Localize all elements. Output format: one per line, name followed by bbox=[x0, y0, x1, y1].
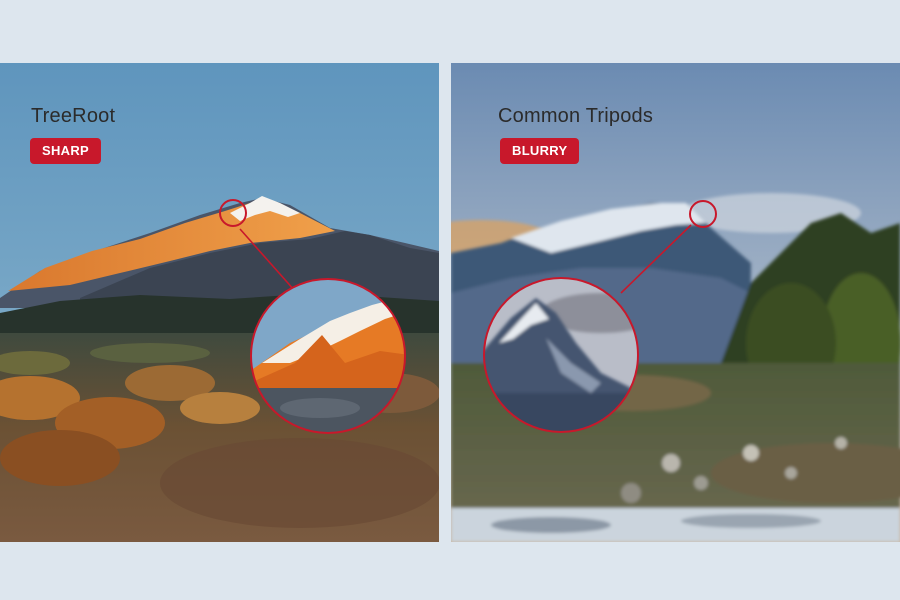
blurry-photo-panel: Common Tripods BLURRY bbox=[451, 63, 900, 542]
blurry-badge: BLURRY bbox=[500, 138, 580, 164]
sharp-photo-panel: TreeRoot SHARP bbox=[0, 63, 439, 542]
sharp-mountain-photo bbox=[0, 63, 439, 542]
sharp-badge: SHARP bbox=[30, 138, 102, 164]
brand-title: Common Tripods bbox=[498, 105, 654, 127]
blurry-mountain-photo bbox=[451, 63, 900, 542]
brand-title: TreeRoot bbox=[31, 105, 116, 127]
